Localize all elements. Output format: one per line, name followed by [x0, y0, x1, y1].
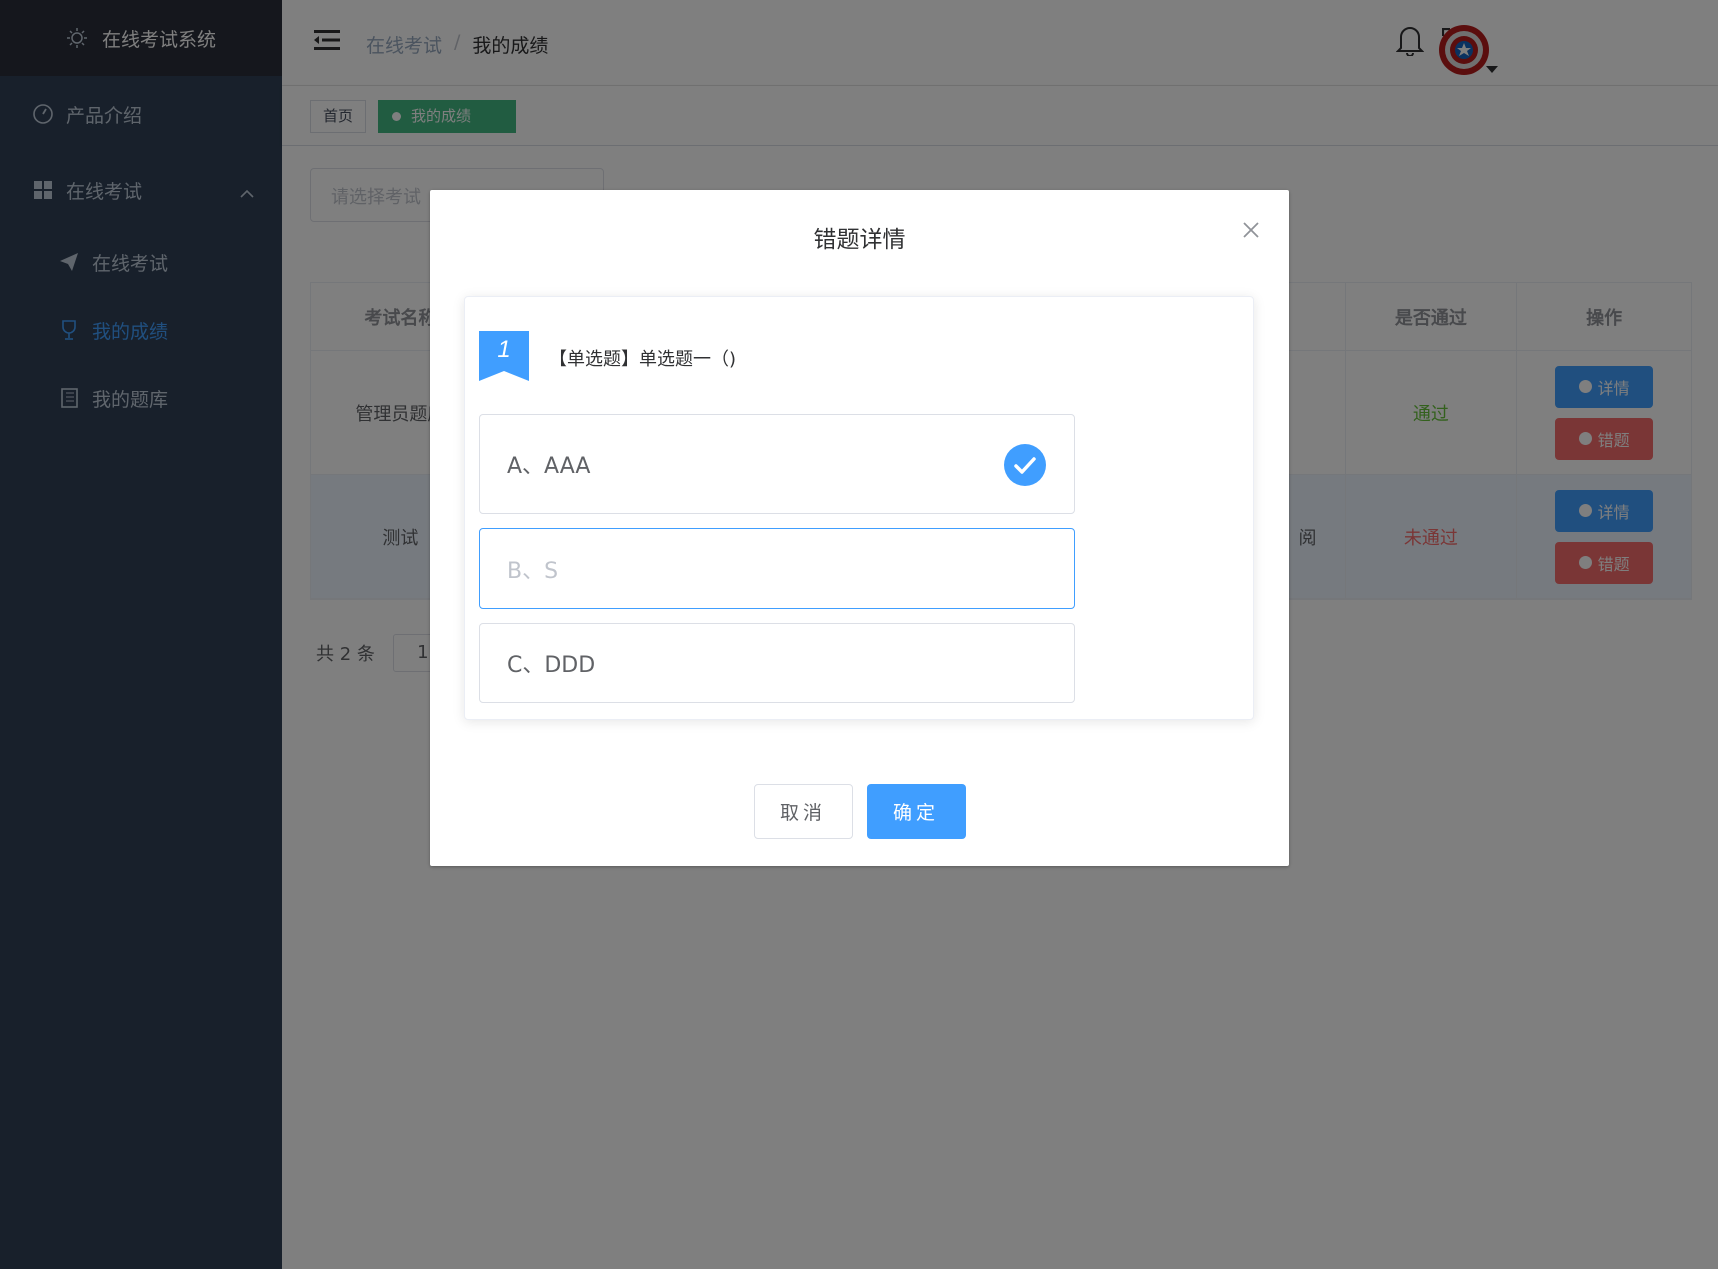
question-number: 1 — [497, 336, 510, 363]
option-label: B、S — [507, 558, 559, 584]
option-label: C、DDD — [507, 653, 596, 678]
question-number-badge: 1 — [479, 331, 529, 381]
dialog-title: 错题详情 — [813, 227, 906, 253]
option-b[interactable]: B、S — [479, 528, 1075, 609]
question-text: 【单选题】单选题一（) — [549, 349, 737, 370]
option-c[interactable]: C、DDD — [479, 623, 1075, 703]
check-circle-icon — [1004, 444, 1046, 486]
option-label: A、AAA — [507, 454, 591, 479]
option-a[interactable]: A、AAA — [479, 414, 1075, 514]
question-card: 1 【单选题】单选题一（) A、AAA B、S C、DDD — [464, 296, 1254, 720]
wrong-question-dialog: 错题详情 1 【单选题】单选题一（) A、AAA B、S C、DDD 取消 确定 — [430, 190, 1289, 866]
close-icon[interactable] — [1241, 220, 1261, 240]
cancel-button[interactable]: 取消 — [753, 784, 853, 839]
confirm-button[interactable]: 确定 — [866, 784, 966, 839]
dialog-footer: 取消 确定 — [430, 784, 1289, 839]
